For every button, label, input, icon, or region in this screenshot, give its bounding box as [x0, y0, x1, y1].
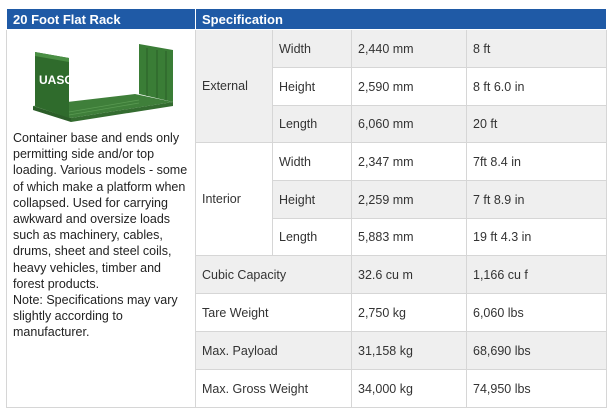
spec-title: Specification: [194, 8, 608, 30]
spec-table: 20 Foot Flat Rack Specification UASC Con…: [6, 8, 608, 408]
dimension-label: Length: [272, 218, 352, 256]
dimension-label: Height: [272, 67, 352, 106]
flat-rack-container-icon: UASC: [27, 32, 177, 124]
table-row: UASC Container base and ends only permit…: [6, 29, 608, 408]
product-info-cell: UASC Container base and ends only permit…: [6, 29, 196, 408]
imperial-value: 7 ft 8.9 in: [465, 180, 608, 219]
imperial-value: 6,060 lbs: [465, 293, 608, 332]
imperial-value: 1,166 cu f: [465, 255, 608, 294]
spec-label: Max. Payload: [195, 331, 352, 370]
metric-value: 6,060 mm: [351, 105, 467, 143]
metric-value: 32.6 cu m: [351, 255, 467, 294]
imperial-value: 68,690 lbs: [465, 331, 608, 370]
metric-value: 2,590 mm: [351, 67, 467, 106]
metric-value: 2,259 mm: [351, 180, 467, 219]
imperial-value: 19 ft 4.3 in: [465, 218, 608, 256]
imperial-value: 8 ft 6.0 in: [465, 67, 608, 106]
metric-value: 34,000 kg: [351, 369, 467, 408]
header-row: 20 Foot Flat Rack Specification: [6, 8, 608, 30]
metric-value: 5,883 mm: [351, 218, 467, 256]
metric-value: 2,750 kg: [351, 293, 467, 332]
dimension-label: Width: [272, 142, 352, 181]
container-image: UASC: [27, 32, 177, 124]
product-note: Note: Specifications may vary slightly a…: [13, 293, 178, 340]
product-title: 20 Foot Flat Rack: [6, 8, 196, 30]
spec-label: Max. Gross Weight: [195, 369, 352, 408]
spec-page: 20 Foot Flat Rack Specification UASC Con…: [0, 0, 611, 416]
imperial-value: 20 ft: [465, 105, 608, 143]
dimension-label: Width: [272, 29, 352, 68]
spec-label: Cubic Capacity: [195, 255, 352, 294]
dimension-label: Height: [272, 180, 352, 219]
metric-value: 31,158 kg: [351, 331, 467, 370]
dimension-label: Length: [272, 105, 352, 143]
imperial-value: 74,950 lbs: [465, 369, 608, 408]
group-label-interior: Interior: [195, 142, 273, 256]
group-label-external: External: [195, 29, 273, 143]
uasc-logo: UASC: [39, 73, 73, 87]
spec-label: Tare Weight: [195, 293, 352, 332]
metric-value: 2,440 mm: [351, 29, 467, 68]
imperial-value: 7ft 8.4 in: [465, 142, 608, 181]
metric-value: 2,347 mm: [351, 142, 467, 181]
product-description: Container base and ends only permitting …: [13, 131, 188, 291]
imperial-value: 8 ft: [465, 29, 608, 68]
